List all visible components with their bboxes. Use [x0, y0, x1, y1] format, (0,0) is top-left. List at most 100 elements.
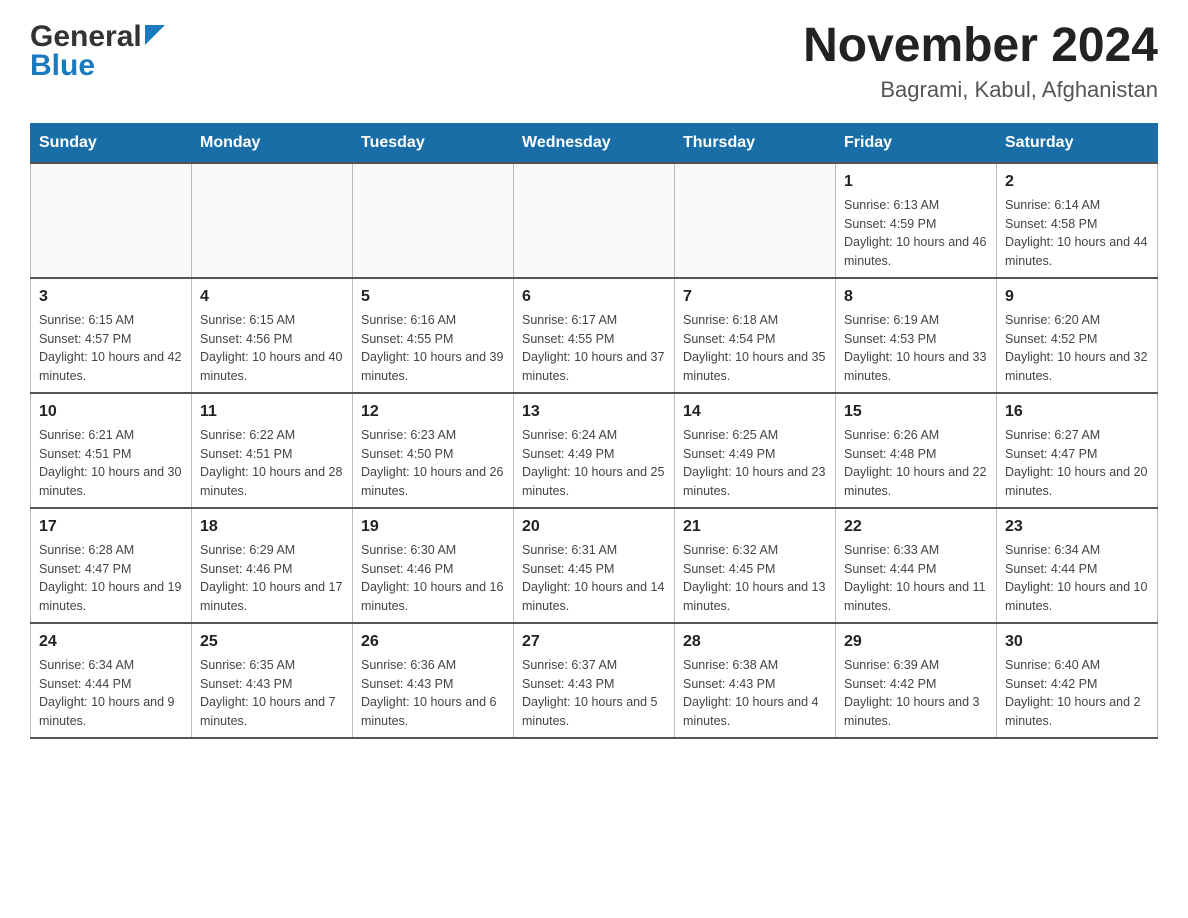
day-number: 20 [522, 515, 666, 539]
day-info: Sunrise: 6:30 AM Sunset: 4:46 PM Dayligh… [361, 541, 505, 616]
day-info: Sunrise: 6:22 AM Sunset: 4:51 PM Dayligh… [200, 426, 344, 501]
day-info: Sunrise: 6:36 AM Sunset: 4:43 PM Dayligh… [361, 656, 505, 731]
calendar-week-1: 1Sunrise: 6:13 AM Sunset: 4:59 PM Daylig… [31, 163, 1158, 278]
calendar-cell-w5-d7: 30Sunrise: 6:40 AM Sunset: 4:42 PM Dayli… [997, 623, 1158, 738]
day-info: Sunrise: 6:32 AM Sunset: 4:45 PM Dayligh… [683, 541, 827, 616]
col-friday: Friday [836, 123, 997, 163]
col-sunday: Sunday [31, 123, 192, 163]
day-info: Sunrise: 6:39 AM Sunset: 4:42 PM Dayligh… [844, 656, 988, 731]
day-number: 30 [1005, 630, 1149, 654]
calendar-cell-w3-d3: 12Sunrise: 6:23 AM Sunset: 4:50 PM Dayli… [353, 393, 514, 508]
day-info: Sunrise: 6:26 AM Sunset: 4:48 PM Dayligh… [844, 426, 988, 501]
calendar-cell-w3-d2: 11Sunrise: 6:22 AM Sunset: 4:51 PM Dayli… [192, 393, 353, 508]
day-number: 7 [683, 285, 827, 309]
calendar-cell-w5-d1: 24Sunrise: 6:34 AM Sunset: 4:44 PM Dayli… [31, 623, 192, 738]
day-number: 9 [1005, 285, 1149, 309]
calendar-cell-w2-d5: 7Sunrise: 6:18 AM Sunset: 4:54 PM Daylig… [675, 278, 836, 393]
title-section: November 2024 Bagrami, Kabul, Afghanista… [803, 20, 1158, 103]
day-number: 3 [39, 285, 183, 309]
day-number: 28 [683, 630, 827, 654]
calendar-cell-w3-d6: 15Sunrise: 6:26 AM Sunset: 4:48 PM Dayli… [836, 393, 997, 508]
calendar-cell-w3-d7: 16Sunrise: 6:27 AM Sunset: 4:47 PM Dayli… [997, 393, 1158, 508]
calendar-week-4: 17Sunrise: 6:28 AM Sunset: 4:47 PM Dayli… [31, 508, 1158, 623]
day-info: Sunrise: 6:21 AM Sunset: 4:51 PM Dayligh… [39, 426, 183, 501]
calendar-cell-w1-d1 [31, 163, 192, 278]
day-number: 8 [844, 285, 988, 309]
day-number: 26 [361, 630, 505, 654]
calendar-cell-w2-d1: 3Sunrise: 6:15 AM Sunset: 4:57 PM Daylig… [31, 278, 192, 393]
day-number: 15 [844, 400, 988, 424]
day-info: Sunrise: 6:34 AM Sunset: 4:44 PM Dayligh… [1005, 541, 1149, 616]
day-number: 18 [200, 515, 344, 539]
day-info: Sunrise: 6:17 AM Sunset: 4:55 PM Dayligh… [522, 311, 666, 386]
calendar-cell-w2-d4: 6Sunrise: 6:17 AM Sunset: 4:55 PM Daylig… [514, 278, 675, 393]
day-info: Sunrise: 6:13 AM Sunset: 4:59 PM Dayligh… [844, 196, 988, 271]
day-info: Sunrise: 6:33 AM Sunset: 4:44 PM Dayligh… [844, 541, 988, 616]
day-number: 22 [844, 515, 988, 539]
calendar-cell-w4-d5: 21Sunrise: 6:32 AM Sunset: 4:45 PM Dayli… [675, 508, 836, 623]
calendar-cell-w4-d2: 18Sunrise: 6:29 AM Sunset: 4:46 PM Dayli… [192, 508, 353, 623]
calendar-cell-w5-d5: 28Sunrise: 6:38 AM Sunset: 4:43 PM Dayli… [675, 623, 836, 738]
day-number: 12 [361, 400, 505, 424]
page-header: General Blue November 2024 Bagrami, Kabu… [30, 20, 1158, 103]
col-tuesday: Tuesday [353, 123, 514, 163]
calendar-cell-w4-d1: 17Sunrise: 6:28 AM Sunset: 4:47 PM Dayli… [31, 508, 192, 623]
day-info: Sunrise: 6:16 AM Sunset: 4:55 PM Dayligh… [361, 311, 505, 386]
day-number: 29 [844, 630, 988, 654]
calendar-cell-w1-d2 [192, 163, 353, 278]
calendar-cell-w1-d5 [675, 163, 836, 278]
day-info: Sunrise: 6:19 AM Sunset: 4:53 PM Dayligh… [844, 311, 988, 386]
day-number: 23 [1005, 515, 1149, 539]
day-info: Sunrise: 6:29 AM Sunset: 4:46 PM Dayligh… [200, 541, 344, 616]
calendar-cell-w2-d6: 8Sunrise: 6:19 AM Sunset: 4:53 PM Daylig… [836, 278, 997, 393]
calendar-cell-w2-d7: 9Sunrise: 6:20 AM Sunset: 4:52 PM Daylig… [997, 278, 1158, 393]
day-number: 17 [39, 515, 183, 539]
day-info: Sunrise: 6:40 AM Sunset: 4:42 PM Dayligh… [1005, 656, 1149, 731]
calendar-cell-w1-d7: 2Sunrise: 6:14 AM Sunset: 4:58 PM Daylig… [997, 163, 1158, 278]
day-info: Sunrise: 6:31 AM Sunset: 4:45 PM Dayligh… [522, 541, 666, 616]
day-info: Sunrise: 6:35 AM Sunset: 4:43 PM Dayligh… [200, 656, 344, 731]
day-number: 24 [39, 630, 183, 654]
calendar-cell-w3-d4: 13Sunrise: 6:24 AM Sunset: 4:49 PM Dayli… [514, 393, 675, 508]
day-number: 13 [522, 400, 666, 424]
day-info: Sunrise: 6:38 AM Sunset: 4:43 PM Dayligh… [683, 656, 827, 731]
day-info: Sunrise: 6:28 AM Sunset: 4:47 PM Dayligh… [39, 541, 183, 616]
calendar-cell-w4-d7: 23Sunrise: 6:34 AM Sunset: 4:44 PM Dayli… [997, 508, 1158, 623]
month-title: November 2024 [803, 20, 1158, 73]
logo-icon [145, 25, 165, 45]
day-number: 2 [1005, 170, 1149, 194]
calendar-cell-w3-d5: 14Sunrise: 6:25 AM Sunset: 4:49 PM Dayli… [675, 393, 836, 508]
calendar-cell-w3-d1: 10Sunrise: 6:21 AM Sunset: 4:51 PM Dayli… [31, 393, 192, 508]
calendar-table: Sunday Monday Tuesday Wednesday Thursday… [30, 123, 1158, 739]
calendar-cell-w4-d3: 19Sunrise: 6:30 AM Sunset: 4:46 PM Dayli… [353, 508, 514, 623]
day-info: Sunrise: 6:14 AM Sunset: 4:58 PM Dayligh… [1005, 196, 1149, 271]
day-number: 25 [200, 630, 344, 654]
calendar-cell-w2-d2: 4Sunrise: 6:15 AM Sunset: 4:56 PM Daylig… [192, 278, 353, 393]
col-saturday: Saturday [997, 123, 1158, 163]
day-info: Sunrise: 6:27 AM Sunset: 4:47 PM Dayligh… [1005, 426, 1149, 501]
col-wednesday: Wednesday [514, 123, 675, 163]
day-number: 10 [39, 400, 183, 424]
day-info: Sunrise: 6:20 AM Sunset: 4:52 PM Dayligh… [1005, 311, 1149, 386]
day-number: 11 [200, 400, 344, 424]
calendar-week-5: 24Sunrise: 6:34 AM Sunset: 4:44 PM Dayli… [31, 623, 1158, 738]
day-info: Sunrise: 6:23 AM Sunset: 4:50 PM Dayligh… [361, 426, 505, 501]
day-number: 19 [361, 515, 505, 539]
logo: General Blue [30, 20, 165, 83]
calendar-cell-w1-d6: 1Sunrise: 6:13 AM Sunset: 4:59 PM Daylig… [836, 163, 997, 278]
day-info: Sunrise: 6:15 AM Sunset: 4:57 PM Dayligh… [39, 311, 183, 386]
col-thursday: Thursday [675, 123, 836, 163]
calendar-cell-w2-d3: 5Sunrise: 6:16 AM Sunset: 4:55 PM Daylig… [353, 278, 514, 393]
logo-blue-text: Blue [30, 49, 95, 83]
day-number: 27 [522, 630, 666, 654]
day-info: Sunrise: 6:15 AM Sunset: 4:56 PM Dayligh… [200, 311, 344, 386]
col-monday: Monday [192, 123, 353, 163]
day-number: 21 [683, 515, 827, 539]
day-info: Sunrise: 6:25 AM Sunset: 4:49 PM Dayligh… [683, 426, 827, 501]
calendar-cell-w1-d3 [353, 163, 514, 278]
day-number: 5 [361, 285, 505, 309]
day-number: 16 [1005, 400, 1149, 424]
calendar-week-3: 10Sunrise: 6:21 AM Sunset: 4:51 PM Dayli… [31, 393, 1158, 508]
day-number: 4 [200, 285, 344, 309]
day-info: Sunrise: 6:18 AM Sunset: 4:54 PM Dayligh… [683, 311, 827, 386]
